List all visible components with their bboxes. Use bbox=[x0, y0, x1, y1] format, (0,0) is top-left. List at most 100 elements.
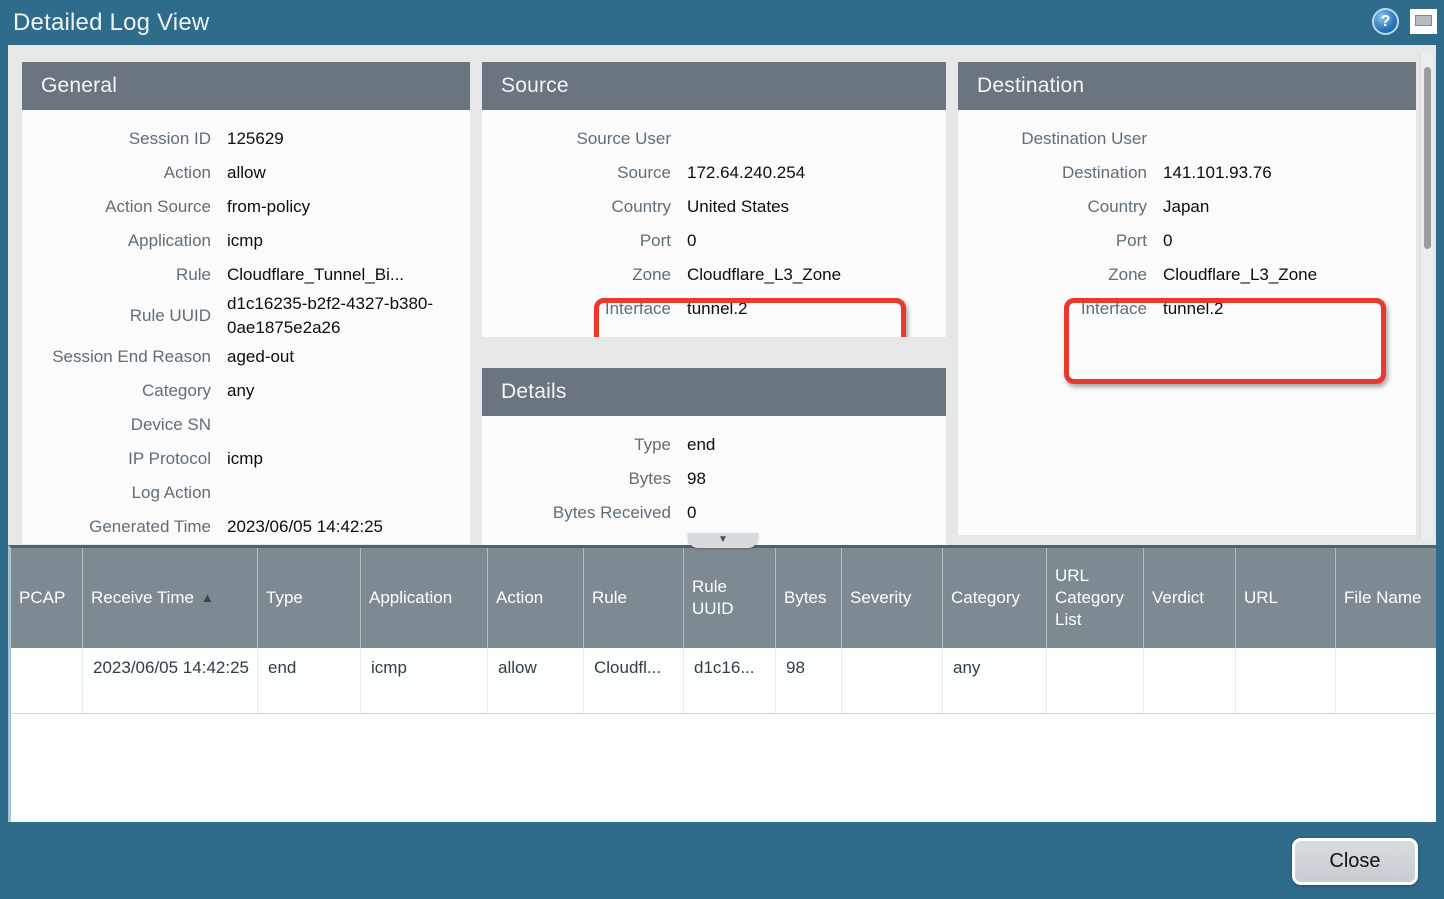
field-value: 0 bbox=[687, 229, 934, 253]
field-row-source-user: Source User bbox=[482, 122, 946, 156]
cell-receive-time: 2023/06/05 14:42:25 bbox=[83, 648, 258, 713]
field-row-log-action: Log Action bbox=[22, 476, 470, 510]
general-panel: General Session ID125629 Actionallow Act… bbox=[22, 62, 470, 544]
field-label: Bytes bbox=[482, 469, 687, 489]
destination-panel: Destination Destination User Destination… bbox=[958, 62, 1416, 535]
cell-pcap bbox=[11, 648, 83, 713]
cell-action: allow bbox=[488, 648, 584, 713]
field-value: 172.64.240.254 bbox=[687, 161, 934, 185]
field-label: Interface bbox=[958, 299, 1163, 319]
field-label: Session ID bbox=[22, 129, 227, 149]
cell-url bbox=[1236, 648, 1336, 713]
field-row-rule-uuid: Rule UUIDd1c16235-b2f2-4327-b380-0ae1875… bbox=[22, 292, 470, 340]
field-value: Cloudflare_L3_Zone bbox=[1163, 263, 1404, 287]
field-value: allow bbox=[227, 161, 458, 185]
field-row-zone: ZoneCloudflare_L3_Zone bbox=[482, 258, 946, 292]
field-label: Bytes Received bbox=[482, 503, 687, 523]
source-panel-body: Source User Source172.64.240.254 Country… bbox=[482, 110, 946, 326]
field-label: Port bbox=[958, 231, 1163, 251]
window-restore-icon[interactable] bbox=[1410, 9, 1437, 34]
help-icon[interactable]: ? bbox=[1372, 8, 1399, 35]
field-row-destination-user: Destination User bbox=[958, 122, 1416, 156]
column-header-pcap[interactable]: PCAP bbox=[11, 548, 83, 648]
field-label: Session End Reason bbox=[22, 347, 227, 367]
close-button[interactable]: Close bbox=[1292, 838, 1418, 885]
field-value: any bbox=[227, 379, 458, 403]
field-row-device-sn: Device SN bbox=[22, 408, 470, 442]
field-value: icmp bbox=[227, 229, 458, 253]
details-panel-body: Typeend Bytes98 Bytes Received0 bbox=[482, 416, 946, 530]
column-header-receive-time[interactable]: Receive Time ▲ bbox=[83, 548, 258, 648]
column-header-rule[interactable]: Rule bbox=[584, 548, 684, 648]
scrollbar-thumb[interactable] bbox=[1424, 67, 1431, 249]
field-label: Source User bbox=[482, 129, 687, 149]
field-value: 125629 bbox=[227, 127, 458, 151]
column-header-bytes[interactable]: Bytes bbox=[776, 548, 842, 648]
source-panel-header: Source bbox=[482, 62, 946, 110]
column-header-action[interactable]: Action bbox=[488, 548, 584, 648]
field-label: Source bbox=[482, 163, 687, 183]
field-row-interface: Interfacetunnel.2 bbox=[482, 292, 946, 326]
field-value: Cloudflare_Tunnel_Bi... bbox=[227, 263, 458, 287]
general-panel-header: General bbox=[22, 62, 470, 110]
cell-url-category-list bbox=[1047, 648, 1144, 713]
field-row-action: Actionallow bbox=[22, 156, 470, 190]
column-header-url-category-list[interactable]: URL Category List bbox=[1047, 548, 1144, 648]
field-value: end bbox=[687, 433, 934, 457]
column-header-verdict[interactable]: Verdict bbox=[1144, 548, 1236, 648]
field-row-action-source: Action Sourcefrom-policy bbox=[22, 190, 470, 224]
column-header-label: Receive Time bbox=[91, 587, 194, 609]
chevron-down-icon: ▼ bbox=[718, 534, 728, 545]
destination-panel-body: Destination User Destination141.101.93.7… bbox=[958, 110, 1416, 326]
field-row-source: Source172.64.240.254 bbox=[482, 156, 946, 190]
general-panel-body: Session ID125629 Actionallow Action Sour… bbox=[22, 110, 470, 544]
field-label: Device SN bbox=[22, 415, 227, 435]
sort-ascending-icon: ▲ bbox=[201, 587, 214, 609]
log-table-row[interactable]: 2023/06/05 14:42:25 end icmp allow Cloud… bbox=[11, 648, 1436, 714]
column-header-type[interactable]: Type bbox=[258, 548, 361, 648]
field-value: 0 bbox=[687, 501, 934, 525]
field-row-bytes: Bytes98 bbox=[482, 462, 946, 496]
details-panel: Details Typeend Bytes98 Bytes Received0 bbox=[482, 368, 946, 545]
cell-application: icmp bbox=[361, 648, 488, 713]
field-row-ip-protocol: IP Protocolicmp bbox=[22, 442, 470, 476]
field-value: United States bbox=[687, 195, 934, 219]
column-header-severity[interactable]: Severity bbox=[842, 548, 943, 648]
collapse-panel-handle[interactable]: ▼ bbox=[688, 533, 758, 548]
field-label: Type bbox=[482, 435, 687, 455]
cell-category: any bbox=[943, 648, 1047, 713]
field-row-interface: Interfacetunnel.2 bbox=[958, 292, 1416, 326]
field-row-zone: ZoneCloudflare_L3_Zone bbox=[958, 258, 1416, 292]
dialog-titlebar: Detailed Log View ? bbox=[0, 0, 1444, 45]
field-label: Destination User bbox=[958, 129, 1163, 149]
vertical-scrollbar[interactable] bbox=[1420, 53, 1433, 539]
field-row-country: CountryUnited States bbox=[482, 190, 946, 224]
field-row-session-end-reason: Session End Reasonaged-out bbox=[22, 340, 470, 374]
log-table: PCAP Receive Time ▲ Type Application Acti… bbox=[8, 545, 1436, 822]
field-row-category: Categoryany bbox=[22, 374, 470, 408]
column-header-url[interactable]: URL bbox=[1236, 548, 1336, 648]
column-header-application[interactable]: Application bbox=[361, 548, 488, 648]
field-row-generated-time: Generated Time2023/06/05 14:42:25 bbox=[22, 510, 470, 544]
column-header-category[interactable]: Category bbox=[943, 548, 1047, 648]
field-value: tunnel.2 bbox=[687, 297, 934, 321]
field-label: Application bbox=[22, 231, 227, 251]
field-label: Action bbox=[22, 163, 227, 183]
cell-rule-uuid: d1c16... bbox=[684, 648, 776, 713]
log-table-header-row: PCAP Receive Time ▲ Type Application Acti… bbox=[11, 548, 1436, 648]
field-value: d1c16235-b2f2-4327-b380-0ae1875e2a26 bbox=[227, 292, 458, 340]
field-value: 141.101.93.76 bbox=[1163, 161, 1404, 185]
field-label: Port bbox=[482, 231, 687, 251]
column-header-file-name[interactable]: File Name bbox=[1336, 548, 1436, 648]
field-label: Zone bbox=[958, 265, 1163, 285]
column-header-rule-uuid[interactable]: Rule UUID bbox=[684, 548, 776, 648]
field-label: Category bbox=[22, 381, 227, 401]
field-label: IP Protocol bbox=[22, 449, 227, 469]
field-label: Zone bbox=[482, 265, 687, 285]
field-value: 2023/06/05 14:42:25 bbox=[227, 515, 458, 539]
field-label: Rule UUID bbox=[22, 306, 227, 326]
field-value: from-policy bbox=[227, 195, 458, 219]
field-label: Country bbox=[958, 197, 1163, 217]
field-value: 98 bbox=[687, 467, 934, 491]
source-panel: Source Source User Source172.64.240.254 … bbox=[482, 62, 946, 337]
